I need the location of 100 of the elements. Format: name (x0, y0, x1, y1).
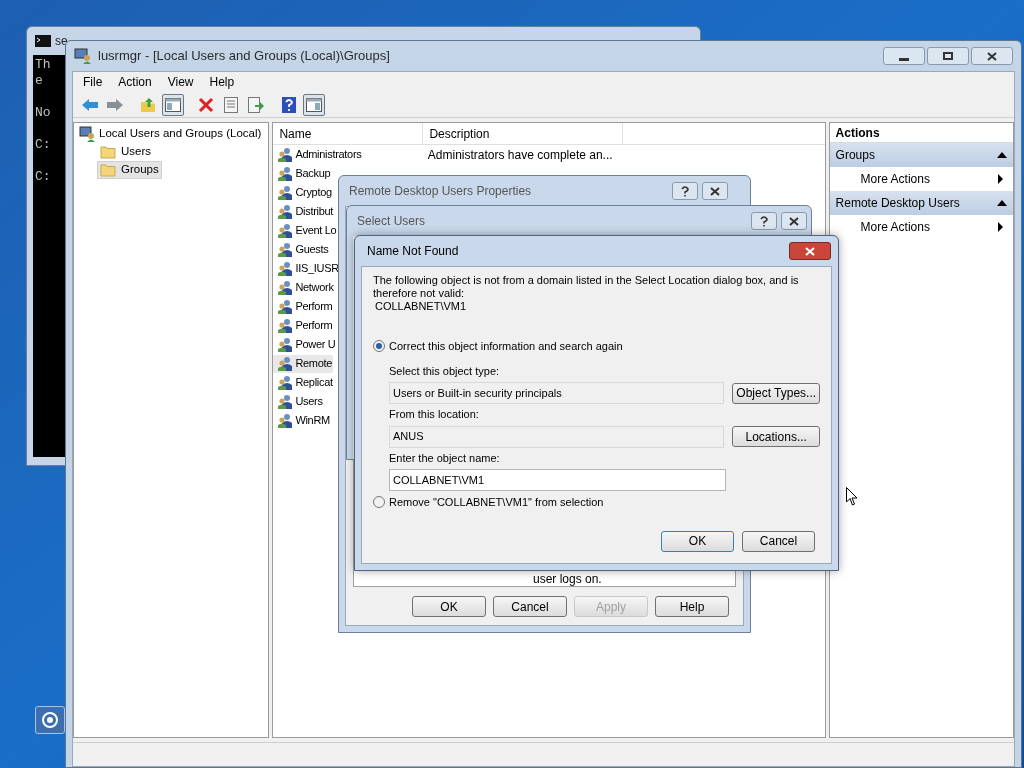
action-item[interactable]: More Actions (829, 167, 1013, 191)
dialog-button[interactable]: Cancel (493, 596, 567, 617)
group-row[interactable]: Event Lo (273, 221, 338, 240)
toolbar-button[interactable] (303, 93, 325, 116)
group-row[interactable]: Cryptog (273, 183, 333, 202)
help-icon (681, 185, 689, 197)
toolbar-button[interactable] (162, 93, 184, 116)
tree-pane-icon (165, 97, 181, 112)
minimize-button[interactable] (883, 47, 925, 65)
description-cell-text: Administrators have complete an... (427, 146, 613, 164)
dialog-button[interactable]: OK (661, 530, 734, 552)
input-field[interactable]: COLLABNET\VM1 (389, 469, 726, 491)
section-header[interactable]: Remote Desktop Users (829, 191, 1013, 215)
description-text: user logs on. (533, 572, 603, 586)
close-icon (710, 186, 720, 196)
group-row[interactable]: Perform (273, 316, 334, 335)
tree-item[interactable]: Users (97, 143, 155, 161)
group-icon (277, 260, 294, 277)
group-row[interactable]: Remote (273, 354, 334, 373)
group-icon (277, 203, 294, 220)
dialog-button[interactable]: Locations... (732, 426, 820, 447)
dialog-title: Remote Desktop Users Properties (349, 183, 532, 200)
radio-button[interactable] (373, 496, 385, 509)
group-row[interactable]: Distribut (273, 202, 335, 221)
group-icon (277, 336, 294, 353)
group-icon (277, 374, 294, 391)
export-list-icon (248, 96, 264, 113)
help-icon (760, 215, 768, 227)
group-row[interactable]: Replicat (273, 373, 334, 392)
window-title: lusrmgr - [Local Users and Groups (Local)\Groups] (98, 47, 391, 66)
collapse-icon (997, 200, 1007, 206)
action-pane-icon (306, 97, 322, 112)
menu-item[interactable]: View (161, 73, 200, 91)
dialog-button[interactable]: OK (412, 596, 486, 617)
group-row[interactable]: Administrators (273, 145, 363, 164)
close-button[interactable] (702, 182, 728, 200)
group-row[interactable]: Users (273, 392, 324, 411)
dialog-button[interactable]: Object Types... (732, 382, 820, 404)
back-arrow-icon (81, 97, 99, 112)
close-button[interactable] (789, 242, 831, 260)
menu-item[interactable]: Help (203, 73, 241, 91)
console-line: Th (35, 57, 51, 73)
menu-item[interactable]: Action (112, 73, 158, 91)
computer-users-icon (74, 48, 92, 64)
tree-item[interactable]: Groups (97, 161, 162, 179)
folder-icon (100, 145, 116, 159)
action-item[interactable]: More Actions (829, 215, 1013, 239)
dialog-button[interactable]: Help (655, 596, 729, 617)
folder-icon (100, 163, 116, 177)
help-button[interactable] (672, 182, 698, 200)
group-row[interactable]: Power U (273, 335, 337, 354)
readonly-field[interactable]: ANUS (389, 425, 725, 448)
close-button[interactable] (971, 47, 1013, 65)
mouse-cursor-icon (846, 487, 858, 506)
computer-users-icon (79, 126, 95, 142)
console-line: No (35, 105, 51, 121)
console-icon (35, 35, 51, 47)
window-title: se (55, 33, 68, 50)
group-icon (277, 146, 294, 163)
group-icon (277, 165, 294, 182)
help-button[interactable] (751, 212, 777, 230)
maximize-button[interactable] (927, 47, 969, 65)
menu-item[interactable]: File (77, 73, 109, 91)
close-icon (805, 246, 815, 256)
properties-sheet-icon (224, 96, 238, 113)
group-icon (277, 222, 294, 239)
section-header[interactable]: Groups (829, 143, 1013, 167)
field-label: From this location: (389, 407, 480, 422)
console-line: e (35, 73, 43, 89)
group-row[interactable]: Guests (273, 240, 330, 259)
close-icon (987, 51, 997, 61)
radio-button[interactable] (373, 340, 385, 353)
option-label[interactable]: Correct this object information and search again (389, 338, 623, 355)
object-name-text: COLLABNET\VM1 (374, 300, 468, 313)
group-icon (277, 241, 294, 258)
tree-item[interactable]: Local Users and Groups (Local) (77, 125, 264, 143)
close-button[interactable] (781, 212, 807, 230)
group-icon (277, 184, 294, 201)
group-icon (277, 355, 294, 372)
close-icon (789, 216, 799, 226)
column-header[interactable]: Description (423, 123, 624, 144)
submenu-arrow-icon (998, 174, 1003, 184)
group-row[interactable]: WinRM (273, 411, 331, 430)
console-line: C: (35, 137, 51, 153)
message-text: The following object is not from a domain listed in the Select Location dialog box, and is therefore not valid: (373, 274, 800, 300)
readonly-field[interactable]: Users or Built-in security principals (389, 382, 725, 404)
group-row[interactable]: Backup (273, 164, 332, 183)
console-line: C: (35, 169, 51, 185)
group-icon (277, 317, 294, 334)
column-header[interactable]: Name (273, 123, 424, 144)
option-label[interactable]: Remove "COLLABNET\VM1" from selection (389, 494, 604, 511)
desktop-icon[interactable] (35, 706, 65, 734)
group-row[interactable]: Network (273, 278, 335, 297)
group-icon (277, 298, 294, 315)
dialog-button[interactable]: Cancel (742, 530, 815, 552)
collapse-icon (997, 152, 1007, 158)
group-icon (277, 393, 294, 410)
folder-up-icon (140, 96, 156, 113)
group-row[interactable]: IIS_IUSR (273, 259, 340, 278)
group-row[interactable]: Perform (273, 297, 334, 316)
